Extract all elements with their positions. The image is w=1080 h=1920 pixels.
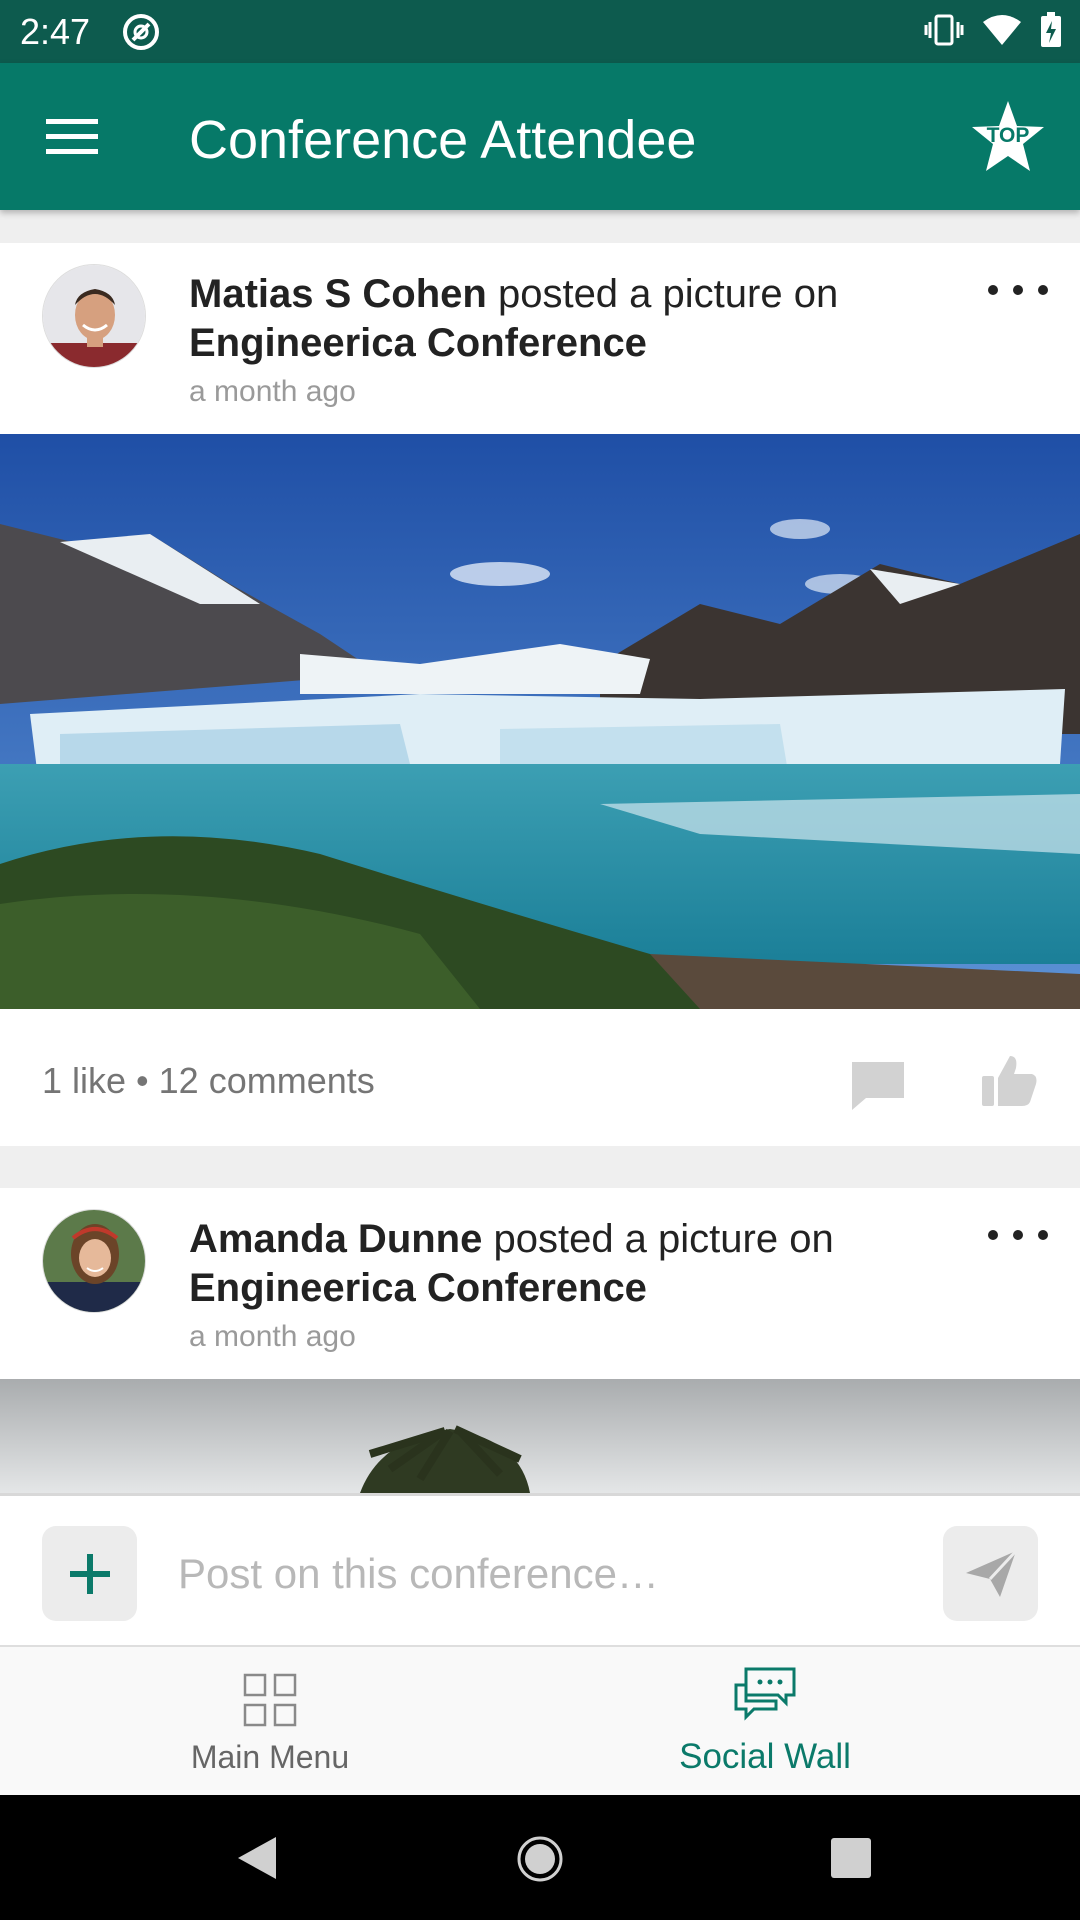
system-nav-bar xyxy=(0,1795,1080,1920)
post-author[interactable]: Matias S Cohen xyxy=(189,272,487,316)
bottom-nav: Main Menu Social Wall xyxy=(0,1645,1080,1795)
back-icon[interactable] xyxy=(236,1835,278,1881)
palm-tree-image xyxy=(0,1379,1080,1493)
glacier-landscape-image xyxy=(0,434,1080,1009)
app-title: Conference Attendee xyxy=(189,110,697,170)
more-dot-icon xyxy=(1038,1230,1048,1240)
post-author[interactable]: Amanda Dunne xyxy=(189,1217,482,1261)
comment-count[interactable]: 12 comments xyxy=(159,1060,375,1101)
send-icon xyxy=(965,1549,1017,1597)
post-input[interactable] xyxy=(178,1534,918,1614)
post-stats: 1 like • 12 comments xyxy=(42,1060,375,1102)
nav-main-menu[interactable]: Main Menu xyxy=(0,1647,540,1797)
more-options-button[interactable] xyxy=(988,270,1048,310)
nav-label: Main Menu xyxy=(190,1739,350,1775)
menu-button[interactable] xyxy=(40,107,104,167)
post-photo[interactable] xyxy=(0,434,1080,1009)
like-button[interactable] xyxy=(980,1052,1038,1108)
grid-icon xyxy=(243,1673,297,1727)
more-dot-icon xyxy=(1013,285,1023,295)
nav-social-wall[interactable]: Social Wall xyxy=(495,1647,1035,1797)
post-headline: Amanda Dunne posted a picture on Enginee… xyxy=(189,1215,989,1313)
avatar[interactable] xyxy=(42,264,146,368)
app-bar: Conference Attendee TOP xyxy=(0,63,1080,210)
recents-icon[interactable] xyxy=(830,1837,872,1879)
post-target[interactable]: Engineerica Conference xyxy=(189,321,647,365)
like-count[interactable]: 1 like xyxy=(42,1060,126,1101)
more-dot-icon xyxy=(1013,1230,1023,1240)
chat-bubbles-icon xyxy=(734,1667,796,1721)
nav-label: Social Wall xyxy=(679,1737,851,1776)
send-button[interactable] xyxy=(943,1526,1038,1621)
avatar-image xyxy=(43,1210,145,1312)
more-dot-icon xyxy=(988,285,998,295)
hamburger-menu-icon xyxy=(46,119,98,154)
more-dot-icon xyxy=(1038,285,1048,295)
plus-icon xyxy=(69,1553,110,1594)
post-time: a month ago xyxy=(189,375,356,408)
add-attachment-button[interactable] xyxy=(42,1526,137,1621)
post-time: a month ago xyxy=(189,1320,356,1353)
avatar-image xyxy=(43,265,145,367)
post-composer xyxy=(0,1493,1080,1645)
more-dot-icon xyxy=(988,1230,998,1240)
stats-separator: • xyxy=(126,1060,159,1101)
vibrate-icon xyxy=(924,14,964,46)
more-options-button[interactable] xyxy=(988,1215,1048,1255)
post-action: posted a picture on xyxy=(482,1217,834,1261)
top-star-button[interactable]: TOP xyxy=(970,99,1046,175)
home-icon[interactable] xyxy=(516,1835,564,1883)
app-notification-icon xyxy=(123,14,159,50)
post-photo[interactable] xyxy=(0,1379,1080,1493)
status-time: 2:47 xyxy=(20,11,91,52)
battery-charging-icon xyxy=(1041,12,1061,47)
post-target[interactable]: Engineerica Conference xyxy=(189,1266,647,1310)
status-icons xyxy=(924,12,1062,48)
post-card: Matias S Cohen posted a picture on Engin… xyxy=(0,243,1080,1146)
top-badge-text: TOP xyxy=(987,124,1030,147)
wifi-icon xyxy=(983,15,1021,45)
post-headline: Matias S Cohen posted a picture on Engin… xyxy=(189,270,989,368)
avatar[interactable] xyxy=(42,1209,146,1313)
post-card: Amanda Dunne posted a picture on Enginee… xyxy=(0,1188,1080,1493)
status-bar: 2:47 xyxy=(0,0,1080,63)
comment-button[interactable] xyxy=(850,1060,906,1112)
post-action: posted a picture on xyxy=(486,272,839,316)
